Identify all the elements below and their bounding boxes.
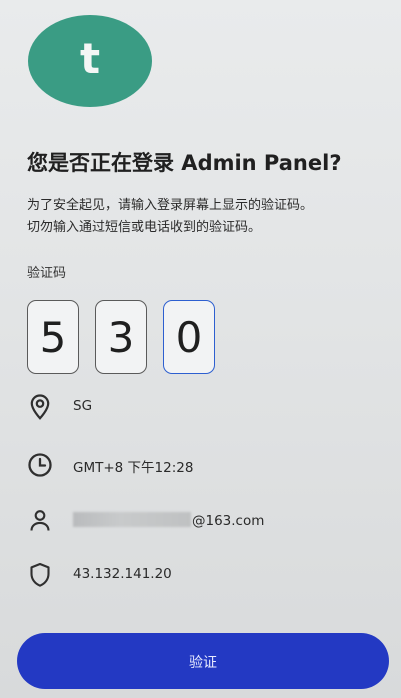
description-line-2: 切勿输入通过短信或电话收到的验证码。: [27, 220, 262, 235]
time-row: GMT+8 下午12:28: [27, 451, 387, 481]
location-text: SG: [73, 398, 93, 414]
redacted-email-prefix: [73, 512, 191, 527]
account-text: @163.com: [73, 512, 264, 529]
security-description: 为了安全起见，请输入登录屏幕上显示的验证码。 切勿输入通过短信或电话收到的验证码…: [27, 195, 392, 239]
location-row: SG: [27, 393, 387, 423]
person-icon: [27, 507, 53, 535]
page-title: 您是否正在登录 Admin Panel?: [27, 151, 342, 175]
code-digit-2[interactable]: 3: [95, 300, 147, 374]
login-approval-screen: t 您是否正在登录 Admin Panel? 为了安全起见，请输入登录屏幕上显示…: [0, 0, 401, 698]
verify-button[interactable]: 验证: [17, 633, 389, 689]
time-text: GMT+8 下午12:28: [73, 460, 194, 476]
ip-text: 43.132.141.20: [73, 566, 172, 582]
code-label: 验证码: [27, 266, 67, 281]
location-pin-icon: [27, 393, 53, 421]
ip-row: 43.132.141.20: [27, 561, 387, 591]
code-digit-1[interactable]: 5: [27, 300, 79, 374]
account-row: @163.com: [27, 507, 387, 537]
avatar: t: [28, 15, 152, 107]
clock-icon: [27, 451, 53, 479]
avatar-letter: t: [79, 34, 101, 83]
shield-icon: [27, 561, 53, 589]
account-email-domain: @163.com: [192, 513, 265, 529]
description-line-1: 为了安全起见，请输入登录屏幕上显示的验证码。: [27, 198, 314, 213]
code-digit-3[interactable]: 0: [163, 300, 215, 374]
